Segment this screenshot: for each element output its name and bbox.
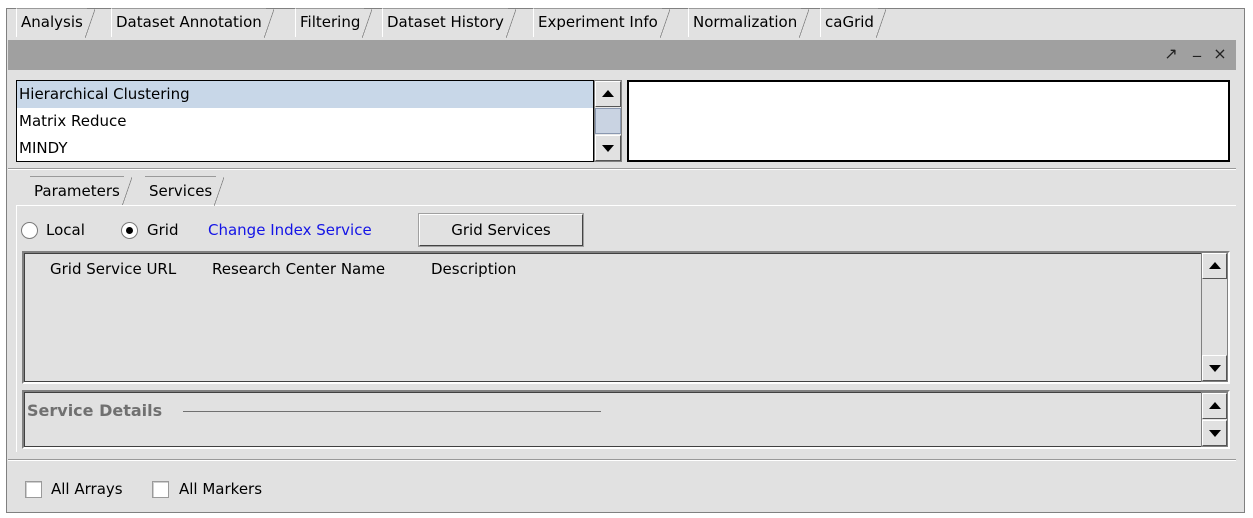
arrow-down-icon: [602, 145, 614, 152]
grid-services-button[interactable]: Grid Services: [418, 213, 584, 247]
arrow-up-icon: [602, 90, 614, 97]
service-details-scrollbar[interactable]: [1201, 392, 1228, 447]
close-icon[interactable]: ×: [1211, 44, 1229, 64]
top-tab-bar: Analysis Dataset Annotation Filtering Da…: [8, 8, 1238, 38]
all-arrays-checkbox[interactable]: [25, 481, 42, 498]
scroll-up-button[interactable]: [1202, 253, 1227, 279]
list-item-mindy[interactable]: MINDY: [17, 135, 593, 162]
grid-services-table: Grid Service URL Research Center Name De…: [22, 251, 1230, 384]
tab-parameters[interactable]: Parameters: [30, 176, 132, 206]
column-header-description[interactable]: Description: [431, 260, 516, 278]
algorithm-list: Hierarchical Clustering Matrix Reduce MI…: [16, 80, 594, 162]
tab-experiment-info[interactable]: Experiment Info: [533, 8, 670, 38]
scroll-thumb[interactable]: [595, 108, 621, 134]
column-header-research-center-name[interactable]: Research Center Name: [212, 260, 385, 278]
scroll-up-button[interactable]: [595, 81, 621, 107]
tab-filtering[interactable]: Filtering: [295, 8, 373, 38]
service-details-title: Service Details: [27, 401, 163, 420]
scroll-down-button[interactable]: [595, 135, 621, 161]
list-item-matrix-reduce[interactable]: Matrix Reduce: [17, 108, 593, 135]
tab-dataset-history[interactable]: Dataset History: [382, 8, 516, 38]
local-label[interactable]: Local: [46, 220, 85, 240]
scroll-down-button[interactable]: [1202, 355, 1227, 381]
arrow-down-icon: [1208, 365, 1221, 372]
scroll-down-button[interactable]: [1202, 420, 1227, 446]
arrow-up-icon: [1208, 262, 1221, 269]
panel-title-bar: ↗ _ ×: [8, 38, 1236, 70]
minimize-icon[interactable]: _: [1188, 38, 1206, 58]
section-rule: [183, 411, 601, 412]
arrow-up-icon: [1208, 402, 1221, 409]
separator: [8, 459, 1236, 461]
arrow-down-icon: [1208, 430, 1221, 437]
change-index-service-link[interactable]: Change Index Service: [208, 220, 372, 240]
local-radio[interactable]: [21, 222, 38, 239]
list-item-hierarchical-clustering[interactable]: Hierarchical Clustering: [17, 81, 593, 108]
all-markers-label[interactable]: All Markers: [179, 479, 262, 499]
algorithm-list-scrollbar[interactable]: [594, 80, 622, 162]
algorithm-preview-panel: [627, 80, 1230, 162]
tab-normalization[interactable]: Normalization: [688, 8, 810, 38]
grid-label[interactable]: Grid: [147, 220, 178, 240]
all-markers-checkbox[interactable]: [152, 481, 169, 498]
tab-dataset-annotation[interactable]: Dataset Annotation: [111, 8, 274, 38]
column-header-grid-service-url[interactable]: Grid Service URL: [50, 260, 176, 278]
scroll-up-button[interactable]: [1202, 393, 1227, 419]
undock-icon[interactable]: ↗: [1162, 44, 1180, 64]
tab-analysis[interactable]: Analysis: [16, 8, 95, 38]
services-table-scrollbar[interactable]: [1201, 252, 1228, 382]
tab-cagrid[interactable]: caGrid: [820, 8, 886, 38]
all-arrays-label[interactable]: All Arrays: [51, 479, 123, 499]
service-details-box: Service Details: [22, 390, 1230, 449]
grid-radio[interactable]: [121, 222, 138, 239]
tab-services[interactable]: Services: [145, 176, 225, 206]
separator: [8, 168, 1236, 170]
